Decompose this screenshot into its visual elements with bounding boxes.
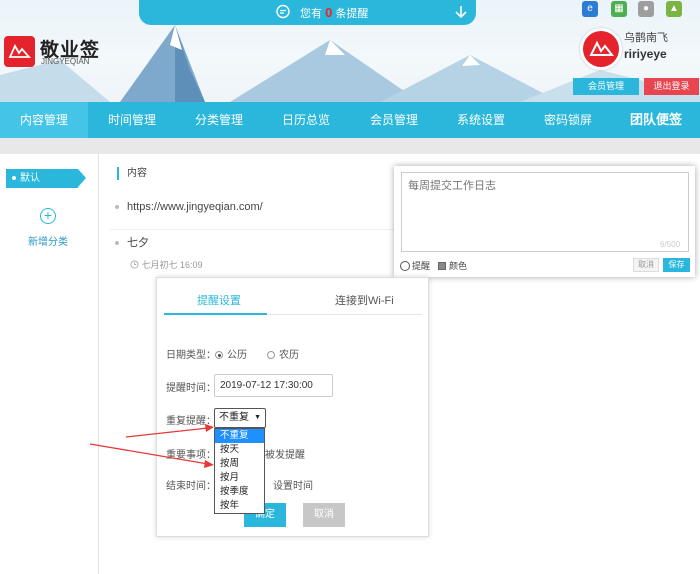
logo xyxy=(4,36,35,67)
end-time-option-text[interactable]: 设置时间 xyxy=(273,477,313,492)
sidebar-divider xyxy=(98,154,99,574)
apple-icon[interactable]: ● xyxy=(638,1,654,17)
chat-icon xyxy=(276,4,290,19)
char-counter: 6/500 xyxy=(660,240,681,249)
username-chinese: 乌鹊南飞 xyxy=(624,32,668,44)
chevron-down-icon: ▼ xyxy=(254,414,261,421)
logout-button[interactable]: 退出登录 xyxy=(644,78,699,95)
username: ririyeye xyxy=(624,47,667,61)
note-editor: 6/500 提醒 颜色 取消 保存 xyxy=(394,166,695,277)
option-daily[interactable]: 按天 xyxy=(215,443,264,457)
list-item-time: 七月初七 16:09 xyxy=(130,258,203,271)
header: 您有 0 条提醒 敬业签 JINGYEQIAN e ▦ ● ▲ 乌鹊南飞 rir… xyxy=(0,0,700,102)
note-textarea[interactable] xyxy=(401,172,689,252)
notification-count: 0 xyxy=(325,5,333,20)
tab-connect-wifi[interactable]: 连接到Wi-Fi xyxy=(335,292,394,308)
radio-lunar[interactable]: 农历 xyxy=(267,346,299,361)
important-option-text[interactable]: 被发提醒 xyxy=(265,446,305,461)
brand-english: JINGYEQIAN xyxy=(41,57,90,66)
avatar-logo-icon xyxy=(589,40,615,56)
android-icon[interactable]: ▲ xyxy=(666,1,682,17)
date-type-label: 日期类型： xyxy=(166,350,216,361)
editor-save-button[interactable]: 保存 xyxy=(663,258,690,272)
category-default[interactable]: 默认 xyxy=(6,169,86,188)
avatar[interactable] xyxy=(580,28,622,70)
gray-band xyxy=(0,138,700,154)
reminder-settings-popup: 提醒设置 连接到Wi-Fi 日期类型： 公历 农历 提醒时间： 重复提醒： 不重… xyxy=(156,277,429,537)
add-category-icon[interactable]: + xyxy=(40,208,56,224)
windows-icon[interactable]: ▦ xyxy=(611,1,627,17)
arrow-down-icon[interactable] xyxy=(454,5,468,19)
option-weekly[interactable]: 按周 xyxy=(215,457,264,471)
list-item[interactable]: https://www.jingyeqian.com/ xyxy=(115,201,263,213)
logo-icon xyxy=(8,44,31,58)
main-nav: 内容管理 时间管理 分类管理 日历总览 会员管理 系统设置 密码锁屏 团队便签 xyxy=(0,102,700,138)
option-no-repeat[interactable]: 不重复 xyxy=(215,429,264,443)
option-yearly[interactable]: 按年 xyxy=(215,499,264,513)
editor-cancel-button[interactable]: 取消 xyxy=(633,258,659,272)
notification-banner[interactable]: 您有 0 条提醒 xyxy=(139,0,476,25)
color-square-icon xyxy=(438,262,446,270)
list-item[interactable]: 七夕 xyxy=(115,234,149,250)
nav-password-lock[interactable]: 密码锁屏 xyxy=(524,102,612,138)
repeat-dropdown: 不重复 按天 按周 按月 按季度 按年 xyxy=(214,428,265,514)
radio-solar[interactable]: 公历 xyxy=(215,346,247,361)
end-time-label: 结束时间： xyxy=(166,481,216,492)
tab-reminder-settings[interactable]: 提醒设置 xyxy=(197,292,241,308)
important-label: 重要事项： xyxy=(166,450,216,461)
remind-time-label: 提醒时间： xyxy=(166,383,216,394)
add-category-label[interactable]: 新增分类 xyxy=(28,233,68,248)
repeat-select[interactable]: 不重复 ▼ xyxy=(214,408,266,428)
option-quarterly[interactable]: 按季度 xyxy=(215,485,264,499)
cancel-button[interactable]: 取消 xyxy=(303,503,345,527)
clock-icon xyxy=(130,260,139,269)
nav-category-management[interactable]: 分类管理 xyxy=(176,102,262,138)
option-monthly[interactable]: 按月 xyxy=(215,471,264,485)
notification-text: 您有 0 条提醒 xyxy=(300,5,369,20)
clock-icon xyxy=(400,261,410,271)
nav-time-management[interactable]: 时间管理 xyxy=(88,102,176,138)
list-divider xyxy=(110,229,395,230)
nav-system-settings[interactable]: 系统设置 xyxy=(438,102,524,138)
repeat-label: 重复提醒： xyxy=(166,416,216,427)
color-tool[interactable]: 颜色 xyxy=(438,259,467,272)
ie-icon[interactable]: e xyxy=(582,1,598,17)
remind-time-input[interactable] xyxy=(214,374,333,397)
active-tab-indicator xyxy=(164,313,267,315)
nav-calendar-overview[interactable]: 日历总览 xyxy=(262,102,350,138)
nav-content-management[interactable]: 内容管理 xyxy=(0,102,88,138)
nav-member-management[interactable]: 会员管理 xyxy=(350,102,438,138)
member-management-button[interactable]: 会员管理 xyxy=(573,78,639,95)
remind-tool[interactable]: 提醒 xyxy=(400,259,430,272)
content-header: 内容 xyxy=(117,167,147,180)
nav-team-notes[interactable]: 团队便签 xyxy=(612,102,700,138)
